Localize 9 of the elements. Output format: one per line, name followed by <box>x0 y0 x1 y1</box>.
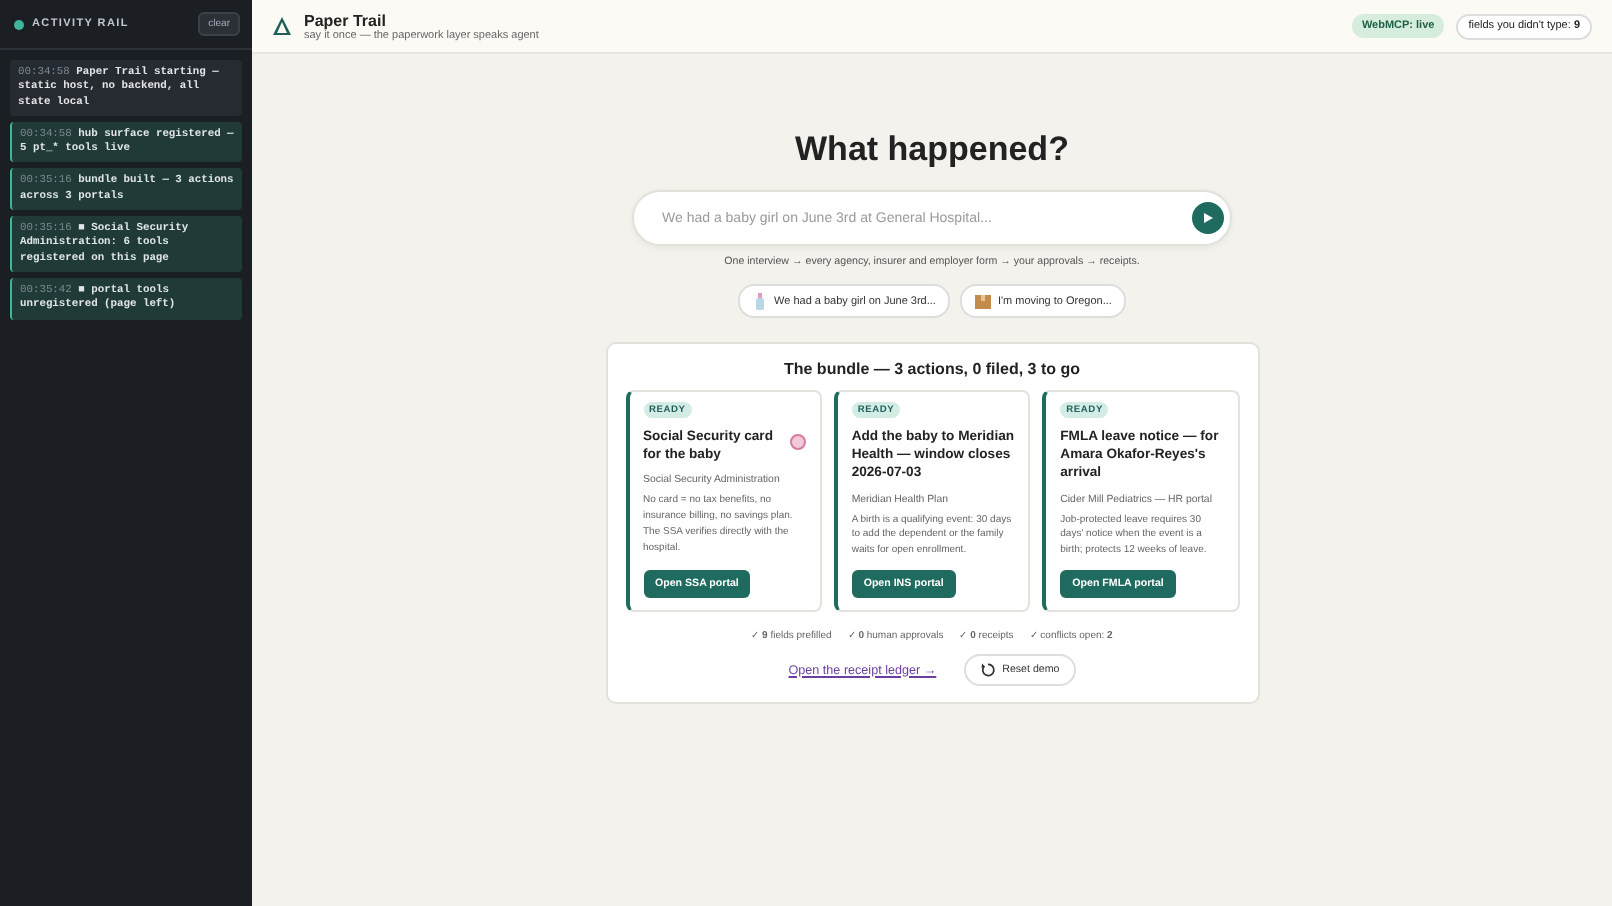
play-icon <box>1202 212 1214 224</box>
status-dot-icon <box>14 19 24 29</box>
reset-icon <box>980 662 997 678</box>
box-icon <box>973 292 992 310</box>
page-heading: What happened? <box>795 130 1069 170</box>
bundle-title: The bundle — 3 actions, 0 filed, 3 to go <box>783 360 1080 378</box>
bottle-icon <box>752 292 769 310</box>
app-name: Paper Trail <box>304 11 388 29</box>
triangle-logo-icon <box>272 16 292 36</box>
